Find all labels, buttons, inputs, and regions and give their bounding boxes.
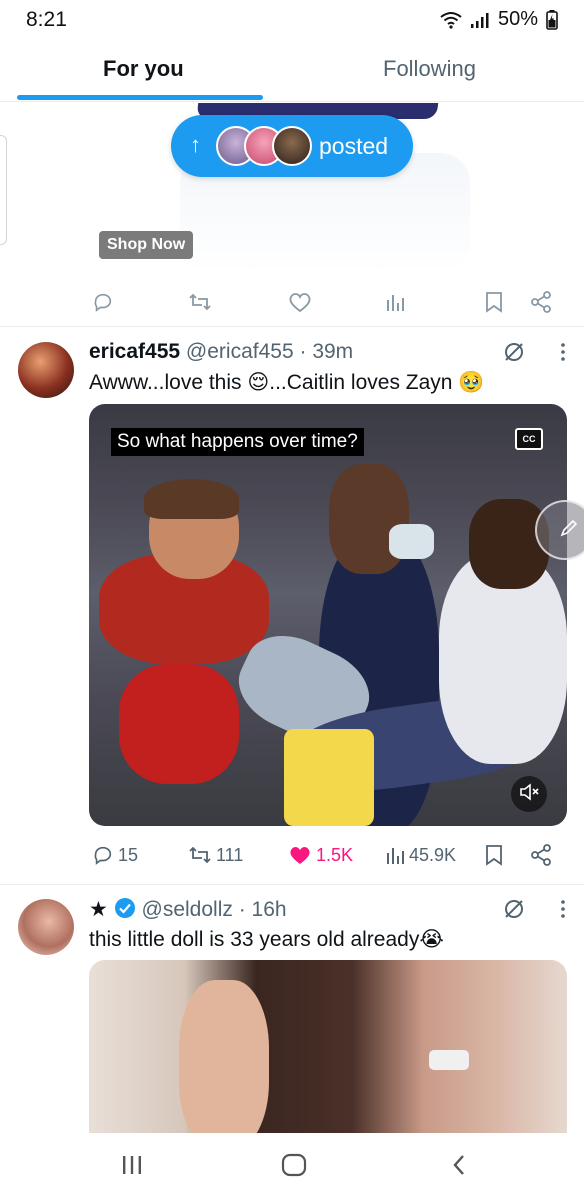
display-name[interactable]: ericaf455 — [89, 340, 180, 363]
views-button[interactable]: 45.9K — [385, 838, 456, 872]
views-button[interactable] — [385, 285, 405, 319]
tweet-header-actions — [502, 340, 566, 369]
tweet-image[interactable] — [89, 960, 567, 1140]
bookmark-button[interactable] — [484, 838, 504, 872]
tab-for-you[interactable]: For you — [103, 56, 184, 82]
posted-label: posted — [319, 133, 389, 159]
tweet-text: this little doll is 33 years old already… — [89, 928, 444, 951]
timeline-tabs: For you Following — [0, 40, 584, 102]
posted-avatars — [216, 126, 312, 166]
reply-count: 15 — [118, 844, 139, 865]
signal-icon — [470, 11, 490, 29]
home-icon[interactable] — [281, 1153, 307, 1182]
timestamp: 16h — [251, 898, 287, 921]
image-content — [89, 960, 567, 1140]
repost-button[interactable] — [188, 285, 212, 319]
reply-icon — [92, 291, 114, 313]
share-icon — [530, 291, 552, 313]
tweet-text: Awww...love this 😌...Caitlin loves Zayn … — [89, 371, 485, 394]
heart-filled-icon — [288, 844, 312, 866]
tweet-action-bar: 15 111 1.5K 45.9K — [0, 838, 584, 872]
more-options-icon[interactable] — [560, 899, 566, 924]
tweet[interactable]: ericaf455 @ericaf455 · 39m Awww...love t… — [0, 328, 584, 884]
video-figure — [119, 664, 239, 784]
verified-badge-icon — [114, 897, 136, 925]
ad-action-bar — [0, 285, 584, 319]
bookmark-button[interactable] — [484, 285, 504, 319]
shop-now-button[interactable]: Shop Now — [99, 231, 194, 259]
status-time: 8:21 — [26, 8, 67, 31]
image-figure — [179, 980, 269, 1140]
tweet-header: ericaf455 @ericaf455 · 39m — [89, 340, 353, 364]
status-icons: 50% — [440, 8, 558, 31]
closed-captions-button[interactable]: CC — [515, 428, 543, 450]
share-button[interactable] — [530, 838, 552, 872]
share-icon — [530, 844, 552, 866]
repost-count: 111 — [216, 844, 244, 865]
drawer-edge-handle[interactable] — [0, 135, 7, 245]
bookmark-icon — [484, 844, 504, 866]
status-bar: 8:21 50% — [0, 0, 584, 38]
video-caption: So what happens over time? — [111, 428, 364, 456]
recent-apps-icon[interactable] — [121, 1153, 143, 1182]
handle[interactable]: @ericaf455 — [186, 340, 294, 363]
heart-icon — [288, 291, 312, 313]
handle[interactable]: @seldollz — [142, 898, 233, 921]
avatar — [272, 126, 312, 166]
tab-following[interactable]: Following — [383, 56, 476, 82]
separator-dot: · — [293, 340, 313, 363]
reply-button[interactable] — [92, 285, 114, 319]
tweet-header: ★ @seldollz · 16h — [89, 897, 287, 925]
reply-button[interactable]: 15 — [92, 838, 138, 872]
repost-icon — [188, 844, 212, 866]
repost-button[interactable]: 111 — [188, 838, 243, 872]
video-figure — [284, 729, 374, 826]
back-icon[interactable] — [450, 1153, 468, 1182]
repost-icon — [188, 291, 212, 313]
star-badge: ★ — [89, 898, 108, 921]
analytics-icon — [385, 291, 405, 313]
video-figure — [469, 499, 549, 589]
analytics-icon — [385, 844, 405, 866]
reply-icon — [92, 844, 114, 866]
tweet-header-actions — [502, 897, 566, 926]
like-button[interactable] — [288, 285, 312, 319]
tab-indicator — [17, 95, 263, 100]
grok-icon[interactable] — [502, 340, 526, 369]
video-figure — [144, 479, 239, 519]
mute-button[interactable] — [511, 776, 547, 812]
share-button[interactable] — [530, 285, 552, 319]
avatar[interactable] — [18, 342, 74, 398]
grok-icon[interactable] — [502, 897, 526, 926]
new-posts-pill[interactable]: ↑ posted — [171, 115, 413, 177]
bookmark-icon — [484, 291, 504, 313]
avatar[interactable] — [18, 899, 74, 955]
arrow-up-icon: ↑ — [190, 132, 201, 157]
views-count: 45.9K — [409, 844, 457, 865]
like-count: 1.5K — [316, 844, 354, 865]
tweet[interactable]: ★ @seldollz · 16h this little doll is 33… — [0, 885, 584, 1140]
timestamp: 39m — [312, 340, 354, 363]
pencil-icon — [559, 518, 579, 543]
wifi-icon — [440, 11, 462, 29]
system-nav-bar — [0, 1133, 584, 1200]
like-button[interactable]: 1.5K — [288, 838, 353, 872]
battery-label: 50% — [497, 8, 538, 30]
separator-dot: · — [232, 898, 252, 921]
tweet-video[interactable]: So what happens over time? CC — [89, 404, 567, 826]
speaker-muted-icon — [519, 782, 539, 806]
more-options-icon[interactable] — [560, 342, 566, 367]
battery-icon — [546, 9, 558, 30]
image-figure — [429, 1050, 469, 1070]
video-figure — [389, 524, 434, 559]
